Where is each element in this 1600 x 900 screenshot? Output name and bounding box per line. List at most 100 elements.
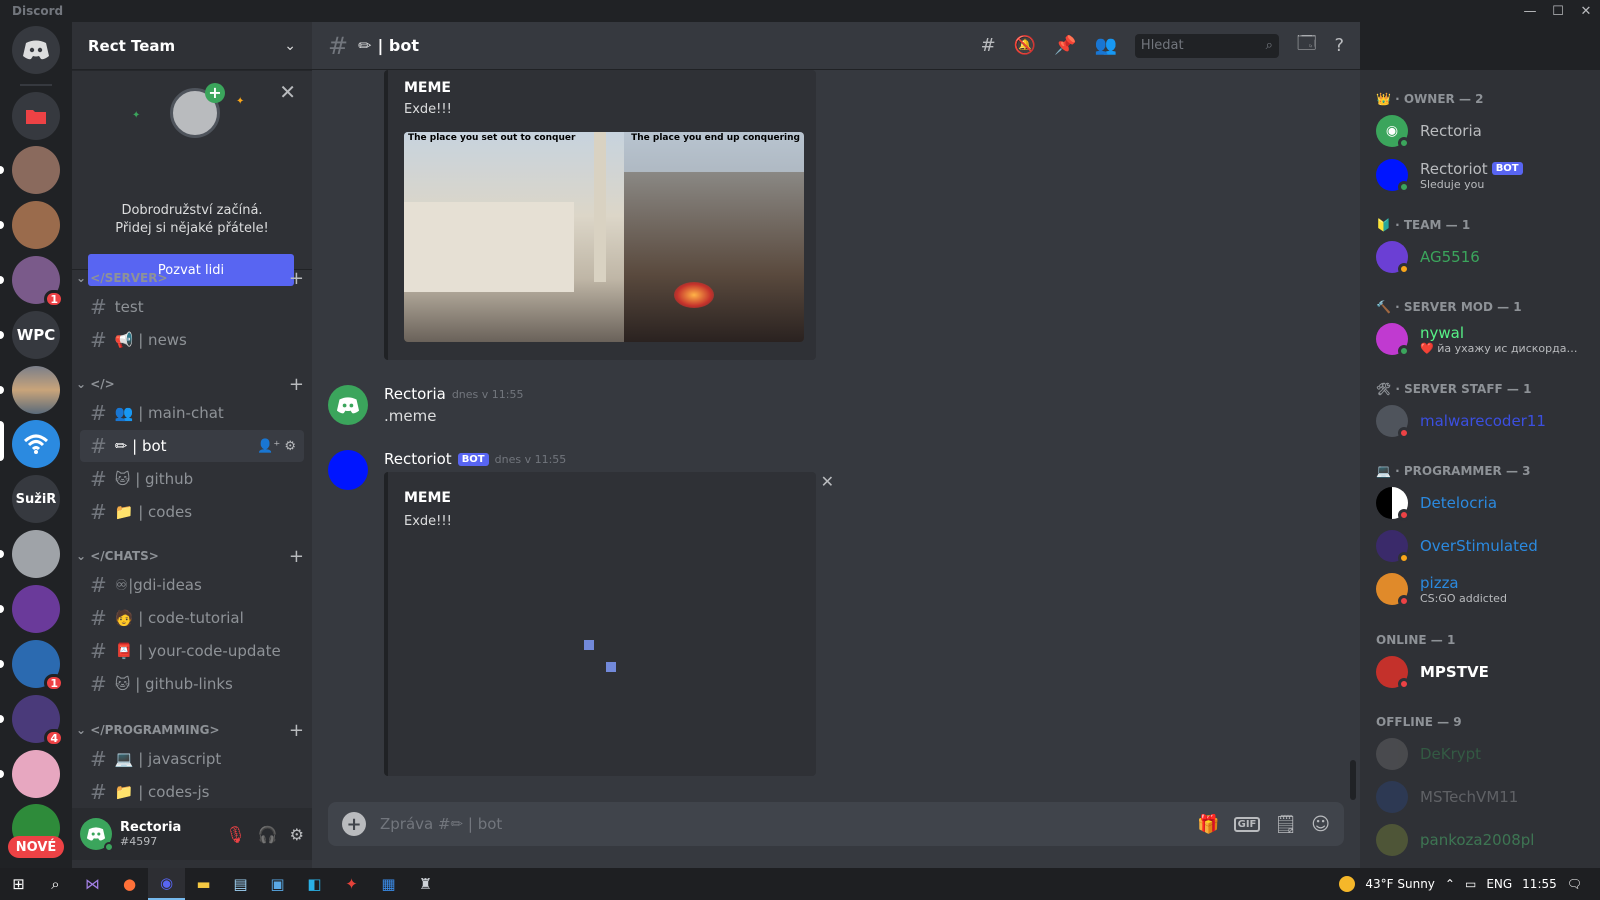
channel-bot[interactable]: # ✏ | bot 👤⁺ ⚙: [80, 430, 304, 462]
member-ag5516[interactable]: AG5516: [1376, 236, 1592, 278]
threads-icon[interactable]: #: [981, 35, 996, 56]
sticker-icon[interactable]: 🗒: [1274, 814, 1297, 835]
member-dekrypt[interactable]: DeKrypt: [1376, 733, 1592, 775]
gif-button[interactable]: GIF: [1233, 816, 1261, 832]
app-icon[interactable]: ✦: [333, 875, 370, 893]
member-rectoriot[interactable]: Rectoriot BOT Sleduje you: [1376, 154, 1592, 196]
mute-microphone-icon[interactable]: 🎙: [225, 825, 245, 844]
server-icon-wpc[interactable]: WPC: [12, 311, 60, 359]
server-icon-2[interactable]: [12, 201, 60, 249]
server-icon-4[interactable]: [12, 366, 60, 414]
member-detelocria[interactable]: Detelocria: [1376, 482, 1592, 524]
server-icon-1[interactable]: [12, 146, 60, 194]
server-icon-6[interactable]: [12, 585, 60, 633]
server-icon-3[interactable]: 1: [12, 256, 64, 308]
member-nywal[interactable]: nywal ❤️ йа ухажу ис дискорда ми...: [1376, 318, 1592, 360]
search-icon[interactable]: ⌕: [37, 875, 74, 893]
channel-github[interactable]: # 🐱 | github: [80, 463, 304, 495]
gear-icon[interactable]: ⚙: [290, 825, 304, 844]
message-author[interactable]: Rectoriot: [384, 450, 452, 468]
app-icon[interactable]: ▦: [370, 875, 407, 893]
member-mstechvm11[interactable]: MSTechVM11: [1376, 776, 1592, 818]
hash-icon: #: [90, 780, 107, 804]
headphones-icon[interactable]: 🎧: [258, 825, 278, 844]
megaphone-icon: 📢: [114, 331, 134, 349]
add-channel-icon[interactable]: +: [289, 546, 304, 567]
member-mpstve[interactable]: MPSTVE: [1376, 651, 1592, 693]
gear-icon[interactable]: ⚙: [284, 439, 296, 454]
add-channel-icon[interactable]: +: [289, 268, 304, 289]
message-author[interactable]: Rectoria: [384, 385, 446, 403]
avatar[interactable]: [80, 818, 114, 852]
channel-news[interactable]: # 📢 | news: [80, 324, 304, 356]
message-text: .meme: [384, 407, 437, 425]
clock[interactable]: 11:55: [1522, 877, 1557, 891]
help-icon[interactable]: ?: [1334, 35, 1344, 56]
new-badge[interactable]: NOVÉ: [8, 836, 64, 858]
category-chats[interactable]: ⌄ </CHATS> +: [76, 546, 304, 567]
add-channel-icon[interactable]: +: [289, 374, 304, 395]
server-icon-5[interactable]: [12, 530, 60, 578]
guild-header[interactable]: Rect Team ⌄: [72, 22, 312, 70]
language-indicator[interactable]: ENG: [1486, 877, 1512, 891]
start-icon[interactable]: ⊞: [0, 875, 37, 893]
add-attachment-icon[interactable]: +: [342, 812, 366, 836]
member-list-icon[interactable]: 👥: [1095, 35, 1117, 56]
network-icon[interactable]: ▭: [1465, 877, 1476, 891]
minimize-button[interactable]: —: [1516, 4, 1544, 19]
folder-server[interactable]: [12, 92, 60, 140]
avatar[interactable]: [328, 385, 368, 425]
emoji-icon[interactable]: ☺: [1311, 814, 1330, 835]
notepad-icon[interactable]: ▤: [222, 875, 259, 893]
scrollbar[interactable]: [1350, 760, 1356, 800]
add-member-icon[interactable]: 👤⁺: [257, 439, 280, 454]
channel-github-links[interactable]: # 🐱 | github-links: [80, 668, 304, 700]
avatar: [1376, 530, 1410, 564]
channel-codes[interactable]: # 📁 | codes: [80, 496, 304, 528]
category-server[interactable]: ⌄ </SERVER> +: [76, 268, 304, 289]
category-code[interactable]: ⌄ </> +: [76, 374, 304, 395]
remote-desktop-icon[interactable]: ▣: [259, 875, 296, 893]
pin-icon[interactable]: 📌: [1054, 35, 1076, 56]
channel-codes-js[interactable]: # 📁 | codes-js: [80, 776, 304, 808]
notifications-icon[interactable]: 🗨: [1567, 877, 1582, 891]
channel-your-code-update[interactable]: # 📮 | your-code-update: [80, 635, 304, 667]
search-input[interactable]: Hledat ⌕: [1134, 33, 1279, 58]
close-icon[interactable]: ✕: [279, 80, 296, 104]
meme-image[interactable]: The place you set out to conquer The pla…: [404, 132, 804, 342]
file-explorer-icon[interactable]: ▬: [185, 875, 222, 893]
close-icon[interactable]: ✕: [821, 472, 834, 491]
member-rectoria[interactable]: ◉ Rectoria: [1376, 110, 1592, 152]
server-icon-8[interactable]: 4: [12, 695, 64, 747]
channel-main-chat[interactable]: # 👥 | main-chat: [80, 397, 304, 429]
firefox-icon[interactable]: ●: [111, 875, 148, 893]
chevron-up-icon[interactable]: ⌃: [1445, 877, 1455, 891]
avatar[interactable]: [328, 450, 368, 490]
channel-javascript[interactable]: # 💻 | javascript: [80, 743, 304, 775]
weather-text[interactable]: 43°F Sunny: [1365, 877, 1435, 891]
server-icon-7[interactable]: 1: [12, 640, 64, 692]
app-icon[interactable]: ◧: [296, 875, 333, 893]
member-malwarecoder11[interactable]: malwarecoder11: [1376, 400, 1592, 442]
category-programming[interactable]: ⌄ </PROGRAMMING> +: [76, 720, 304, 741]
channel-code-tutorial[interactable]: # 🧑 | code-tutorial: [80, 602, 304, 634]
add-channel-icon[interactable]: +: [289, 720, 304, 741]
message-input[interactable]: [380, 815, 1198, 833]
gift-icon[interactable]: 🎁: [1197, 814, 1219, 835]
server-icon-active[interactable]: [12, 420, 60, 468]
visual-studio-icon[interactable]: ⋈: [74, 875, 111, 893]
home-button[interactable]: [12, 26, 60, 74]
server-icon-suzir[interactable]: SužiR: [12, 475, 60, 523]
channel-gdi-ideas[interactable]: # ♾|gdi-ideas: [80, 569, 304, 601]
server-icon-9[interactable]: [12, 750, 60, 798]
member-pankoza2008pl[interactable]: pankoza2008pl: [1376, 819, 1592, 861]
member-pizza[interactable]: pizza CS:GO addicted: [1376, 568, 1592, 610]
close-button[interactable]: ✕: [1572, 4, 1600, 19]
channel-test[interactable]: # test: [80, 291, 304, 323]
app-icon[interactable]: ♜: [407, 875, 444, 893]
discord-taskbar-icon[interactable]: ◉: [148, 868, 185, 900]
member-overstimulated[interactable]: OverStimulated: [1376, 525, 1592, 567]
inbox-icon[interactable]: 🗔: [1297, 31, 1317, 61]
maximize-button[interactable]: ☐: [1544, 4, 1572, 19]
notification-bell-icon[interactable]: 🔕: [1014, 35, 1036, 56]
